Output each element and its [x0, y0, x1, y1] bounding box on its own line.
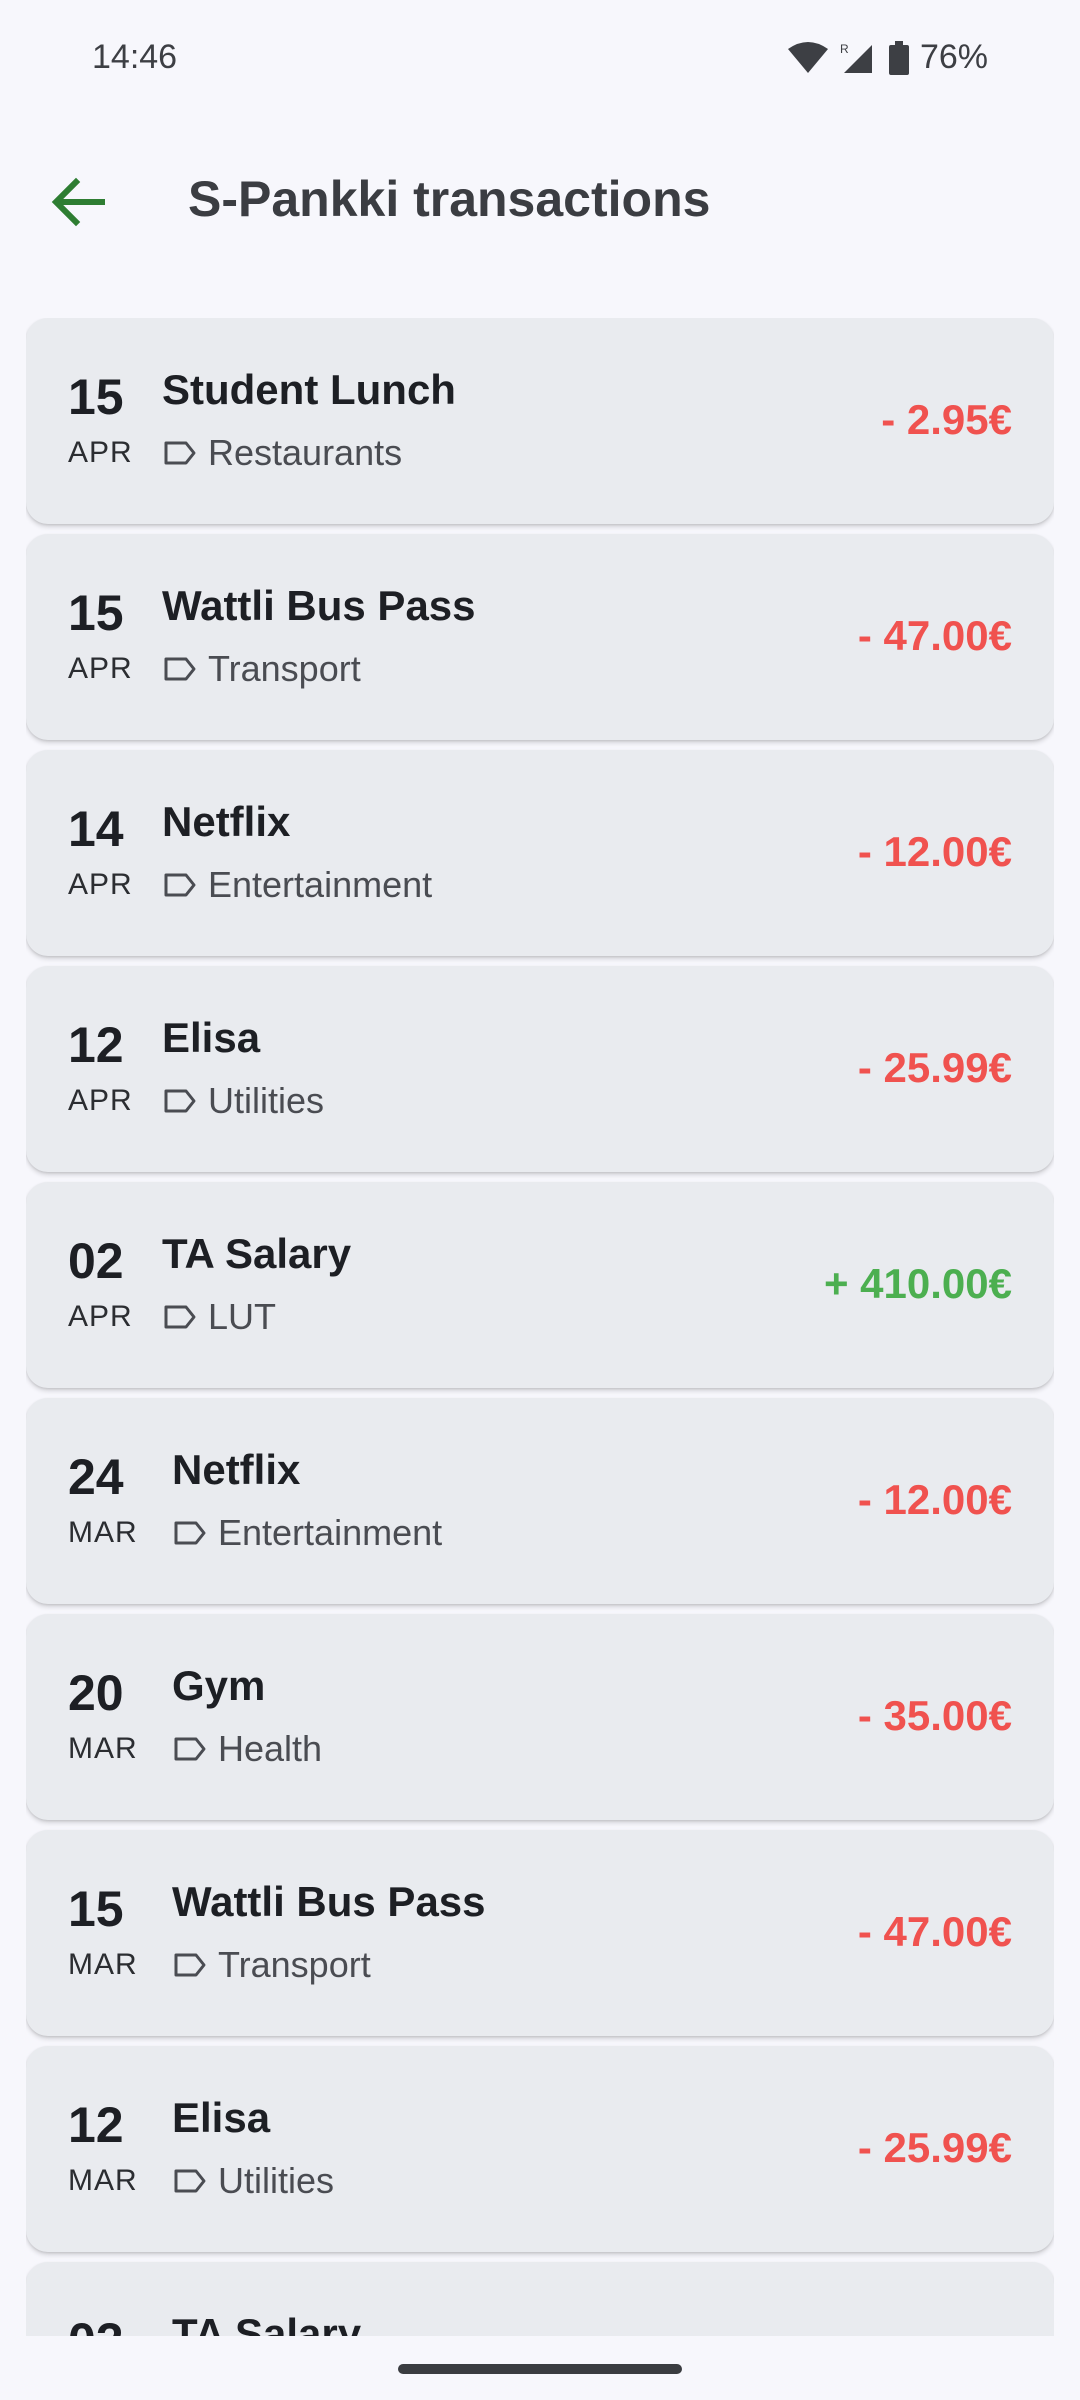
transaction-category-row: Transport — [162, 648, 361, 690]
transaction-list[interactable]: 15 APR Student Lunch Restaurants - 2.95€ 15 AP… — [26, 318, 1054, 2336]
tag-icon — [174, 2169, 206, 2193]
transaction-category-row: Restaurants — [162, 432, 402, 474]
tag-icon — [174, 1953, 206, 1977]
transaction-name: Netflix — [162, 798, 291, 845]
tag-icon — [164, 657, 196, 681]
tag-icon — [164, 441, 196, 465]
transaction-month: MAR — [68, 1948, 138, 1981]
transaction-category: Health — [218, 1728, 323, 1769]
transaction-card[interactable]: 12 MAR Elisa Utilities - 25.99€ — [26, 2046, 1054, 2252]
transaction-day: 02 — [68, 2312, 124, 2336]
transaction-category-row: Health — [172, 1728, 322, 1770]
transaction-month: APR — [68, 652, 133, 685]
status-bar: 14:46 R 76% — [0, 0, 1080, 120]
transaction-category: Utilities — [218, 2160, 335, 2201]
transaction-day: 02 — [68, 1233, 124, 1289]
transaction-month: MAR — [68, 1732, 138, 1765]
tag-icon — [174, 1521, 206, 1545]
status-time: 14:46 — [92, 38, 178, 76]
transaction-card[interactable]: 02 APR TA Salary LUT + 410.00€ — [26, 1182, 1054, 1388]
transaction-name: TA Salary — [172, 2310, 362, 2336]
transaction-name: Student Lunch — [162, 366, 456, 413]
wifi-icon — [787, 41, 828, 73]
transaction-amount: - 47.00€ — [857, 1908, 1012, 1955]
transaction-name: Netflix — [172, 1446, 301, 1493]
transaction-month: MAR — [68, 2164, 138, 2197]
transaction-card[interactable]: 14 APR Netflix Entertainment - 12.00€ — [26, 750, 1054, 956]
transaction-category: Restaurants — [208, 432, 403, 473]
page-title: S-Pankki transactions — [188, 171, 711, 227]
svg-text:R: R — [840, 42, 849, 56]
transaction-name: TA Salary — [162, 1230, 352, 1277]
transaction-month: APR — [68, 868, 133, 901]
transaction-month: MAR — [68, 1516, 138, 1549]
transaction-day: 12 — [68, 2097, 124, 2153]
transaction-card[interactable]: 12 APR Elisa Utilities - 25.99€ — [26, 966, 1054, 1172]
transaction-category-row: Utilities — [172, 2160, 334, 2202]
transaction-category: Entertainment — [208, 864, 433, 905]
transaction-amount: + 410.00€ — [823, 1260, 1012, 1307]
transaction-card[interactable]: 24 MAR Netflix Entertainment - 12.00€ — [26, 1398, 1054, 1604]
transaction-day: 14 — [68, 801, 124, 857]
battery-icon — [888, 40, 909, 75]
transaction-amount: - 12.00€ — [857, 1476, 1012, 1523]
transaction-name: Wattli Bus Pass — [172, 1878, 486, 1925]
back-button[interactable] — [36, 160, 120, 244]
transaction-month: APR — [68, 1084, 133, 1117]
tag-icon — [174, 1737, 206, 1761]
transaction-category-row: LUT — [162, 1296, 276, 1338]
transaction-card[interactable]: 15 APR Student Lunch Restaurants - 2.95€ — [26, 318, 1054, 524]
transaction-day: 20 — [68, 1665, 124, 1721]
transaction-name: Gym — [172, 1662, 266, 1709]
status-icons: R 76% — [787, 38, 988, 77]
transaction-card[interactable]: 15 MAR Wattli Bus Pass Transport - 47.00€ — [26, 1830, 1054, 2036]
tag-icon — [164, 1089, 196, 1113]
transaction-category: LUT — [208, 1296, 277, 1337]
battery-percent: 76% — [919, 38, 988, 76]
navigation-bar — [0, 2336, 1080, 2400]
gesture-handle[interactable] — [398, 2364, 682, 2374]
transaction-category-row: Transport — [172, 1944, 371, 1986]
transaction-amount: - 25.99€ — [857, 2124, 1012, 2171]
transaction-name: Elisa — [162, 1014, 261, 1061]
tag-icon — [164, 1305, 196, 1329]
transaction-month: APR — [68, 436, 133, 469]
transaction-category-row: Entertainment — [162, 864, 432, 906]
transaction-amount: - 35.00€ — [857, 1692, 1012, 1739]
cell-signal-icon: R — [840, 42, 872, 73]
app-bar: S-Pankki transactions — [0, 130, 1080, 270]
arrow-back-icon — [51, 177, 105, 227]
transaction-day: 15 — [68, 369, 124, 425]
transaction-card[interactable]: 02MARTA SalaryLUT+ 410.00€ — [26, 2262, 1054, 2336]
transaction-month: APR — [68, 1300, 133, 1333]
transaction-category-row: Utilities — [162, 1080, 324, 1122]
transaction-category: Entertainment — [218, 1512, 443, 1553]
transaction-day: 15 — [68, 585, 124, 641]
transaction-category: Transport — [208, 648, 361, 689]
transaction-card[interactable]: 20 MAR Gym Health - 35.00€ — [26, 1614, 1054, 1820]
transaction-amount: - 25.99€ — [857, 1044, 1012, 1091]
transaction-name: Elisa — [172, 2094, 271, 2141]
transaction-amount: - 12.00€ — [857, 828, 1012, 875]
transaction-day: 24 — [68, 1449, 124, 1505]
transaction-category-row: Entertainment — [172, 1512, 442, 1554]
transaction-card[interactable]: 15 APR Wattli Bus Pass Transport - 47.00€ — [26, 534, 1054, 740]
transaction-day: 12 — [68, 1017, 124, 1073]
transaction-amount: - 2.95€ — [881, 396, 1012, 443]
transaction-category: Transport — [218, 1944, 371, 1985]
transaction-amount: - 47.00€ — [857, 612, 1012, 659]
transaction-category: Utilities — [208, 1080, 325, 1121]
transaction-name: Wattli Bus Pass — [162, 582, 476, 629]
transaction-day: 15 — [68, 1881, 124, 1937]
tag-icon — [164, 873, 196, 897]
